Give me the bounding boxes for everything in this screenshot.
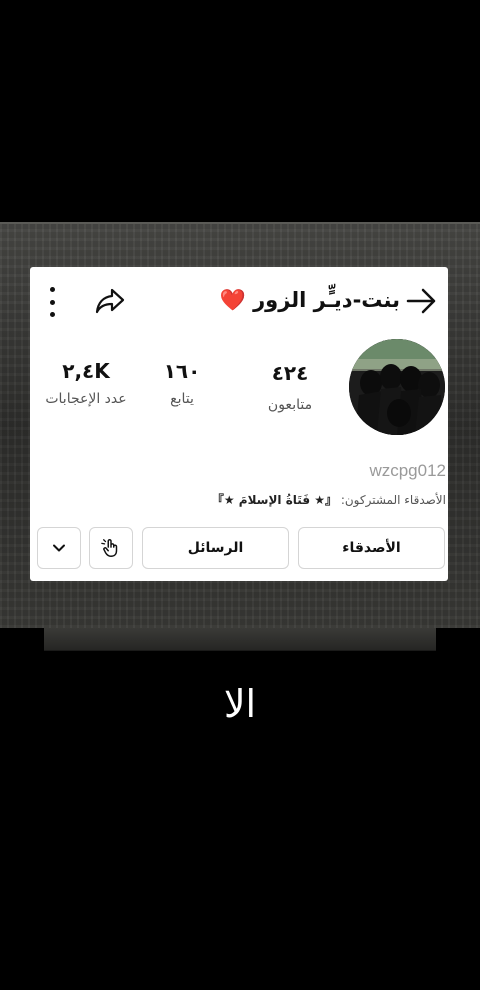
username: wzcpg012	[369, 461, 446, 480]
mutual-friends[interactable]: الأصدقاء المشتركون: 『★ فَتَاةُ الإسلامَ …	[212, 491, 446, 508]
likes-count: ٢,٤K	[62, 359, 110, 383]
followers-label: متابعون	[267, 397, 313, 413]
mutual-friends-label: الأصدقاء المشتركون:	[340, 493, 446, 507]
messages-button[interactable]: الرسائل	[142, 527, 289, 569]
mutual-friends-names: 『★ فَتَاةُ الإسلامَ ★』	[211, 493, 337, 507]
chevron-down-icon	[53, 544, 65, 552]
profile-card: بنت-ديـٍّر الزور ❤️ ٤٢٤ متابعون ١٦٠ يتاب…	[30, 267, 448, 581]
share-arrow-icon[interactable]	[94, 285, 126, 317]
avatar-image	[349, 339, 445, 435]
friends-button[interactable]: الأصدقاء	[298, 527, 445, 569]
caption-text: الا	[223, 682, 257, 726]
vertical-dots-icon[interactable]	[45, 287, 59, 317]
poke-button[interactable]	[89, 527, 133, 569]
followers-count: ٤٢٤	[271, 361, 309, 385]
arrow-right-icon[interactable]	[406, 287, 438, 315]
likes-stat: ٢,٤K عدد الإعجابات	[36, 357, 136, 407]
following-count: ١٦٠	[163, 359, 201, 383]
followers-stat[interactable]: ٤٢٤ متابعون	[240, 359, 340, 413]
dropdown-button[interactable]	[37, 527, 81, 569]
likes-label: عدد الإعجابات	[45, 391, 127, 407]
wood-frame-base	[44, 628, 436, 651]
hand-pointer-icon	[101, 539, 118, 557]
following-label: يتابع	[170, 391, 194, 407]
following-stat[interactable]: ١٦٠ يتابع	[142, 357, 222, 407]
profile-header: بنت-ديـٍّر الزور ❤️	[30, 267, 448, 333]
avatar[interactable]	[349, 339, 445, 435]
display-name: بنت-ديـٍّر الزور ❤️	[219, 288, 400, 312]
